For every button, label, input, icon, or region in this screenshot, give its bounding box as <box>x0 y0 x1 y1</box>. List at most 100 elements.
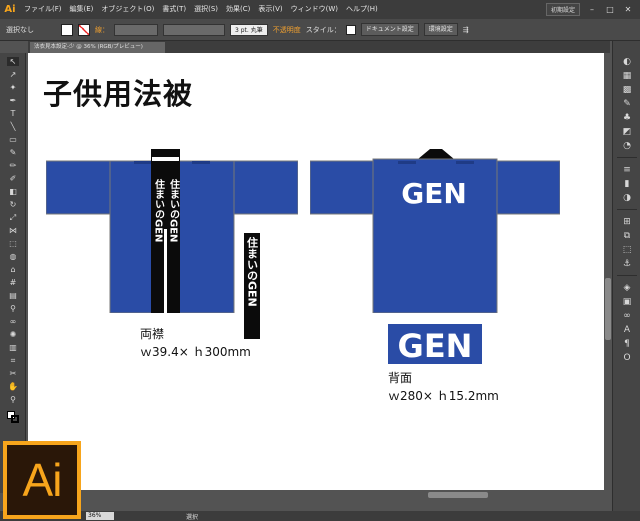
front-seam-mark <box>134 161 152 164</box>
opentype-icon[interactable]: O <box>621 353 633 363</box>
color-guide-icon[interactable]: ▦ <box>621 71 633 81</box>
horizontal-scrollbar[interactable] <box>28 490 604 500</box>
rotate-tool-icon[interactable]: ↻ <box>7 200 19 209</box>
selection-status: 選択なし <box>6 25 34 34</box>
horizontal-scroll-thumb[interactable] <box>428 492 488 498</box>
blob-brush-tool-icon[interactable]: ✐ <box>7 174 19 183</box>
gradient-tool-icon[interactable]: ▤ <box>7 291 19 300</box>
vertical-scroll-thumb[interactable] <box>605 278 611 340</box>
symbol-sprayer-tool-icon[interactable]: ✺ <box>7 330 19 339</box>
back-left-sleeve <box>310 160 375 215</box>
gradient-panel-icon[interactable]: ▮ <box>621 179 633 189</box>
width-tool-icon[interactable]: ⋈ <box>7 226 19 235</box>
artboard-tool-icon[interactable]: ⌗ <box>7 356 19 365</box>
pen-tool-icon[interactable]: ✒ <box>7 96 19 105</box>
paintbrush-tool-icon[interactable]: ✎ <box>7 148 19 157</box>
menu-effect[interactable]: 効果(C) <box>222 0 254 19</box>
hand-tool-icon[interactable]: ✋ <box>7 382 19 391</box>
fill-swatch[interactable] <box>61 23 73 36</box>
color-panel-icon[interactable]: ◐ <box>621 57 633 67</box>
navigator-icon[interactable]: ⚓ <box>621 259 633 269</box>
document-tab[interactable]: 法衣見本設定-少 @ 36% (RGB/プレビュー) <box>30 42 165 53</box>
eraser-tool-icon[interactable]: ◧ <box>7 187 19 196</box>
page-title: 子供用法被 <box>43 77 194 111</box>
graph-tool-icon[interactable]: ▥ <box>7 343 19 352</box>
menu-file[interactable]: ファイル(F) <box>20 0 66 19</box>
back-happi-coat[interactable]: GEN <box>310 149 560 313</box>
brush-definition-dropdown[interactable]: 3 pt. 丸筆 <box>230 23 268 36</box>
paragraph-icon[interactable]: ¶ <box>621 339 633 349</box>
opacity-label[interactable]: 不透明度 <box>273 25 301 35</box>
stroke-swatch[interactable] <box>78 23 90 36</box>
selection-tool-icon[interactable]: ↖ <box>7 57 19 66</box>
collar-print-strip[interactable]: 住まいのGEN <box>244 233 260 339</box>
stroke-label[interactable]: 線： <box>95 25 109 35</box>
menu-view[interactable]: 表示(V) <box>254 0 286 19</box>
arrange-icon[interactable]: ⇶ <box>463 26 469 34</box>
menu-type[interactable]: 書式(T) <box>158 0 190 19</box>
swatches-icon[interactable]: ▩ <box>621 85 633 95</box>
layers-icon[interactable]: ◈ <box>621 283 633 293</box>
minimize-icon[interactable]: – <box>586 5 598 15</box>
workspace-switcher[interactable]: 初期設定 <box>545 3 580 16</box>
back-right-sleeve <box>495 160 560 215</box>
align-icon[interactable]: ⊞ <box>621 217 633 227</box>
panel-dock: ◐ ▦ ▩ ✎ ♣ ◩ ◔ ≡ ▮ ◑ ⊞ ⧉ ⬚ ⚓ ◈ ▣ ∞ A ¶ O <box>612 41 640 511</box>
collar-strip-text: 住まいのGEN <box>246 236 259 307</box>
transparency-icon[interactable]: ◑ <box>621 193 633 203</box>
symbols-icon[interactable]: ♣ <box>621 113 633 123</box>
status-bar: 36% 選択 <box>0 511 640 521</box>
panel-divider <box>617 275 637 276</box>
right-collar-text: 住まいのGEN <box>168 178 180 243</box>
perspective-grid-tool-icon[interactable]: ⌂ <box>7 265 19 274</box>
back-print-block[interactable]: GEN <box>388 324 482 364</box>
character-icon[interactable]: A <box>621 325 633 335</box>
menu-select[interactable]: 選択(S) <box>190 0 222 19</box>
variable-width-dropdown[interactable] <box>163 23 225 36</box>
type-tool-icon[interactable]: T <box>7 109 19 118</box>
front-seam-mark <box>192 161 210 164</box>
transform-icon[interactable]: ⬚ <box>621 245 633 255</box>
shape-builder-tool-icon[interactable]: ◍ <box>7 252 19 261</box>
style-label: スタイル： <box>305 25 341 34</box>
brushes-icon[interactable]: ✎ <box>621 99 633 109</box>
graphic-styles-icon[interactable]: ◩ <box>621 127 633 137</box>
artboard-canvas[interactable]: 子供用法被 住まいのGEN 住まいのGEN 住まいのGEN GEN GEN 両襟… <box>28 53 604 490</box>
scale-tool-icon[interactable]: ⤢ <box>7 213 19 222</box>
front-left-sleeve <box>46 160 113 215</box>
zoom-field[interactable]: 36% <box>86 512 114 520</box>
links-icon[interactable]: ∞ <box>621 311 633 321</box>
front-happi-coat[interactable]: 住まいのGEN 住まいのGEN <box>46 149 298 313</box>
menu-bar: Ai ファイル(F) 編集(E) オブジェクト(O) 書式(T) 選択(S) 効… <box>0 0 640 19</box>
direct-selection-tool-icon[interactable]: ↗ <box>7 70 19 79</box>
stroke-color-icon[interactable] <box>11 415 19 423</box>
stroke-weight-dropdown[interactable] <box>114 23 158 36</box>
slice-tool-icon[interactable]: ✂ <box>7 369 19 378</box>
menu-object[interactable]: オブジェクト(O) <box>97 0 158 19</box>
artboards-icon[interactable]: ▣ <box>621 297 633 307</box>
pathfinder-icon[interactable]: ⧉ <box>621 231 633 241</box>
tab-bar: 法衣見本設定-少 @ 36% (RGB/プレビュー) <box>28 41 610 53</box>
rectangle-tool-icon[interactable]: ▭ <box>7 135 19 144</box>
blend-tool-icon[interactable]: ∞ <box>7 317 19 326</box>
menu-help[interactable]: ヘルプ(H) <box>342 0 382 19</box>
mesh-tool-icon[interactable]: # <box>7 278 19 287</box>
preferences-button[interactable]: 環境設定 <box>423 23 458 36</box>
pencil-tool-icon[interactable]: ✏ <box>7 161 19 170</box>
eyedropper-tool-icon[interactable]: ⚲ <box>7 304 19 313</box>
maximize-icon[interactable]: □ <box>604 5 616 15</box>
style-swatch[interactable] <box>345 24 356 35</box>
line-tool-icon[interactable]: ╲ <box>7 122 19 131</box>
zoom-tool-icon[interactable]: ⚲ <box>7 395 19 404</box>
appearance-icon[interactable]: ◔ <box>621 141 633 151</box>
menu-edit[interactable]: 編集(E) <box>66 0 98 19</box>
menu-window[interactable]: ウィンドウ(W) <box>287 0 342 19</box>
document-setup-button[interactable]: ドキュメント設定 <box>360 23 419 36</box>
close-icon[interactable]: ✕ <box>622 5 634 15</box>
back-seam-mark <box>398 161 416 164</box>
magic-wand-tool-icon[interactable]: ✦ <box>7 83 19 92</box>
free-transform-tool-icon[interactable]: ⬚ <box>7 239 19 248</box>
collar-label <box>152 157 179 161</box>
vertical-scrollbar[interactable] <box>604 53 612 490</box>
stroke-panel-icon[interactable]: ≡ <box>621 165 633 175</box>
